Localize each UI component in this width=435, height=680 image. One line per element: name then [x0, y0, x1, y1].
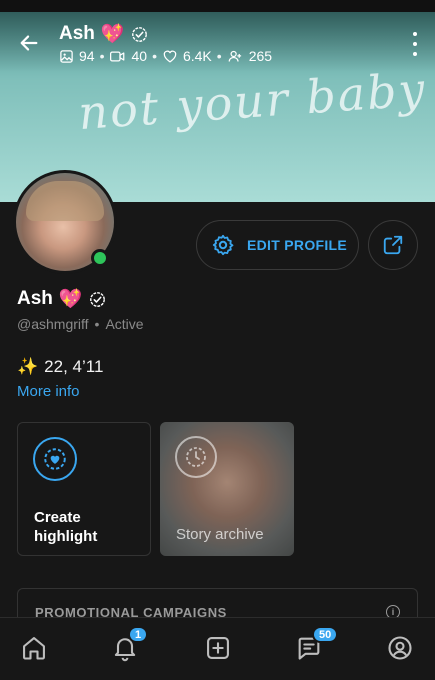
heart-emoji: 💖: [100, 24, 125, 45]
nav-home[interactable]: [18, 632, 50, 664]
create-highlight-label: Create: [34, 509, 81, 526]
highlight-heart-icon: [33, 437, 77, 481]
banner-script-text: not your baby: [76, 61, 429, 141]
profile-name-text: Ash: [17, 288, 53, 309]
sparkles-emoji: ✨: [17, 357, 39, 376]
username-handle: @ashmgriff: [17, 316, 89, 332]
video-camera-icon: [110, 51, 125, 61]
verified-check-icon: [131, 26, 147, 42]
header-stats: 94 • 40 • 6.4K • 265: [59, 48, 272, 64]
share-button[interactable]: [368, 220, 418, 270]
verified-check-icon: [89, 291, 105, 307]
profile-circle-icon: [388, 636, 412, 660]
handle-row: @ashmgriff • Active: [17, 316, 144, 332]
story-archive-card[interactable]: Story archive: [160, 422, 294, 556]
nav-add-post[interactable]: [202, 632, 234, 664]
subscribers-count: 265: [248, 48, 273, 64]
status-bar: [0, 0, 435, 12]
header-title: Ash 💖: [59, 22, 148, 46]
profile-bio: ✨ 22, 4’11: [17, 357, 103, 377]
users-icon: [228, 50, 241, 62]
edit-profile-button[interactable]: EDIT PROFILE: [196, 220, 359, 270]
image-icon: [60, 49, 73, 63]
kebab-menu-icon[interactable]: [411, 32, 419, 56]
videos-count: 40: [131, 48, 148, 64]
header-bar: Ash 💖 94 • 40 • 6.4K • 265: [0, 12, 435, 72]
share-icon: [383, 235, 403, 255]
bottom-navigation: 1 50: [0, 617, 435, 680]
nav-notifications[interactable]: 1: [109, 626, 149, 664]
likes-count: 6.4K: [182, 48, 212, 64]
more-info-link[interactable]: More info: [17, 383, 80, 400]
online-status-indicator: [91, 249, 109, 267]
nav-profile[interactable]: [384, 632, 416, 664]
edit-profile-label: EDIT PROFILE: [247, 237, 348, 253]
header-name-text: Ash: [59, 23, 95, 44]
nav-messages[interactable]: 50: [293, 626, 339, 664]
heart-icon: [163, 50, 177, 62]
profile-name: Ash 💖: [17, 287, 106, 311]
photos-count: 94: [79, 48, 95, 64]
bio-text: 22, 4’11: [44, 357, 104, 376]
create-highlight-card[interactable]: Create highlight: [17, 422, 151, 556]
back-button[interactable]: [14, 28, 44, 58]
activity-status: Active: [105, 316, 144, 332]
notifications-badge: 1: [128, 626, 149, 643]
messages-badge: 50: [312, 626, 339, 643]
plus-square-icon: [207, 637, 229, 659]
home-icon: [23, 637, 45, 660]
heart-emoji: 💖: [58, 289, 83, 310]
clock-history-icon: [175, 436, 217, 478]
story-archive-label: Story archive: [176, 526, 264, 543]
gear-icon: [212, 234, 234, 256]
arrow-left-icon: [20, 35, 38, 51]
